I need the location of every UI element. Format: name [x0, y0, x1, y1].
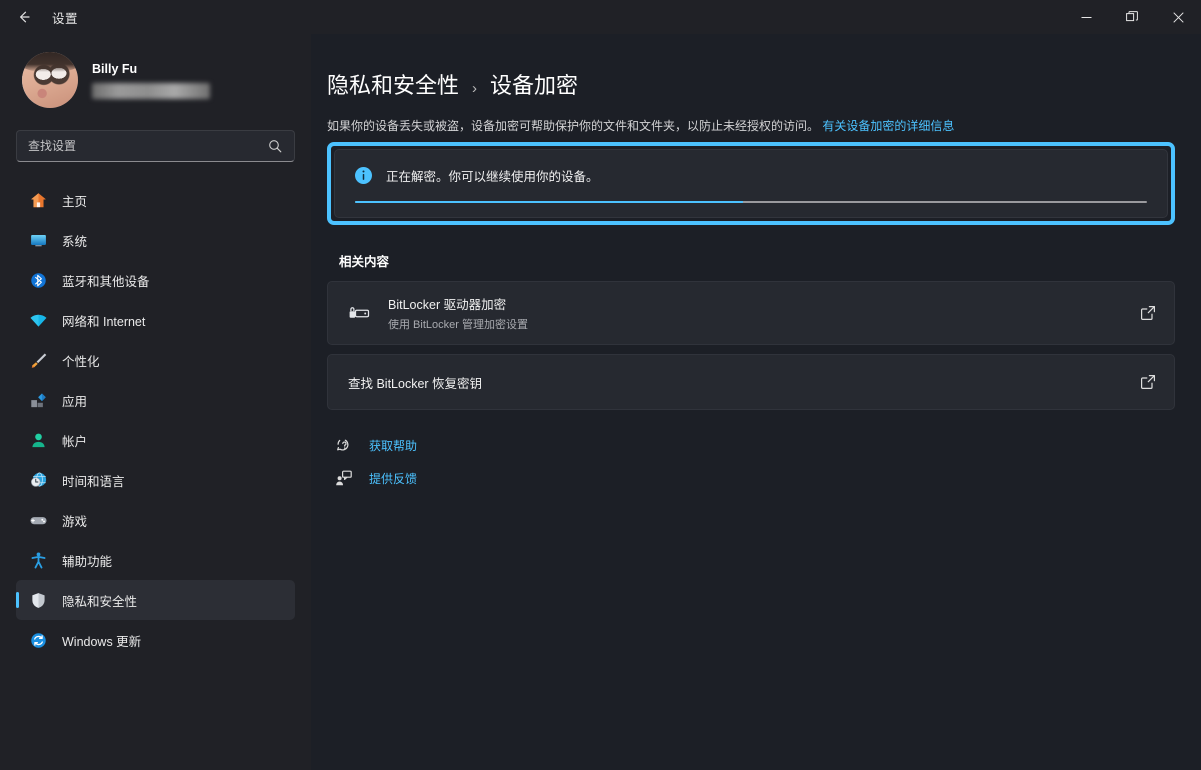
minimize-button[interactable] — [1063, 0, 1109, 34]
page-description-text: 如果你的设备丢失或被盗，设备加密可帮助保护你的文件和文件夹，以防止未经授权的访问… — [327, 119, 820, 133]
maximize-button[interactable] — [1109, 0, 1155, 34]
main-content: 隐私和安全性 › 设备加密 如果你的设备丢失或被盗，设备加密可帮助保护你的文件和… — [311, 34, 1201, 770]
status-message: 正在解密。你可以继续使用你的设备。 — [386, 170, 599, 184]
close-icon — [1172, 11, 1184, 23]
external-link-icon[interactable] — [1128, 374, 1156, 390]
brush-icon — [28, 350, 48, 370]
search-icon — [268, 139, 294, 153]
footer-links: 获取帮助 提供反馈 — [327, 436, 1175, 487]
close-button[interactable] — [1155, 0, 1201, 34]
sidebar-item-apps[interactable]: 应用 — [16, 380, 295, 420]
sidebar-item-windows-update[interactable]: Windows 更新 — [16, 620, 295, 660]
find-bitlocker-recovery-key-card[interactable]: 查找 BitLocker 恢复密钥 — [327, 354, 1175, 410]
bluetooth-icon — [28, 270, 48, 290]
restore-icon — [1126, 11, 1138, 23]
avatar — [22, 52, 78, 108]
account-summary[interactable]: Billy Fu — [16, 34, 295, 124]
sidebar-item-accessibility[interactable]: 辅助功能 — [16, 540, 295, 580]
card-title: BitLocker 驱动器加密 — [388, 298, 507, 312]
breadcrumb: 隐私和安全性 › 设备加密 — [327, 68, 1175, 100]
bitlocker-drive-encryption-card[interactable]: BitLocker 驱动器加密 使用 BitLocker 管理加密设置 — [327, 281, 1175, 345]
sidebar-item-label: 系统 — [62, 234, 88, 249]
sidebar-item-time-language[interactable]: 时间和语言 — [16, 460, 295, 500]
sidebar-item-privacy-security[interactable]: 隐私和安全性 — [16, 580, 295, 620]
gamepad-icon — [28, 510, 48, 530]
sidebar-item-label: 网络和 Internet — [62, 314, 146, 329]
settings-window: 设置 Billy Fu 查找设置 主页 系统 蓝牙和其他设备 网络和 Inter… — [0, 0, 1201, 770]
sidebar-item-label: 时间和语言 — [62, 474, 125, 489]
decryption-progress-fill — [355, 201, 744, 203]
related-section-title: 相关内容 — [339, 255, 390, 269]
sidebar-item-system[interactable]: 系统 — [16, 220, 295, 260]
arrow-left-icon — [16, 9, 32, 25]
sidebar-item-label: 应用 — [62, 394, 88, 409]
page-title: 设备加密 — [490, 73, 579, 98]
sidebar-item-label: Windows 更新 — [62, 634, 142, 649]
page-description: 如果你的设备丢失或被盗，设备加密可帮助保护你的文件和文件夹，以防止未经授权的访问… — [327, 117, 1175, 135]
give-feedback-link[interactable]: 提供反馈 — [335, 469, 417, 487]
back-button[interactable] — [8, 1, 40, 33]
breadcrumb-parent[interactable]: 隐私和安全性 — [327, 68, 459, 100]
minimize-icon — [1081, 12, 1092, 23]
sidebar-item-label: 主页 — [62, 194, 88, 209]
link-label: 提供反馈 — [369, 471, 418, 486]
drive-lock-icon — [348, 304, 370, 322]
sidebar-item-bluetooth[interactable]: 蓝牙和其他设备 — [16, 260, 295, 300]
link-label: 获取帮助 — [369, 438, 418, 453]
account-email-redacted — [92, 82, 210, 99]
sidebar-item-label: 游戏 — [62, 514, 88, 529]
title-bar: 设置 — [0, 0, 1201, 34]
sidebar-item-label: 蓝牙和其他设备 — [62, 274, 150, 289]
window-title: 设置 — [52, 11, 79, 26]
sidebar-item-label: 辅助功能 — [62, 554, 113, 569]
sidebar: Billy Fu 查找设置 主页 系统 蓝牙和其他设备 网络和 Internet… — [0, 34, 311, 770]
card-title: 查找 BitLocker 恢复密钥 — [348, 376, 483, 391]
apps-icon — [28, 390, 48, 410]
update-icon — [28, 630, 48, 650]
decryption-progress-bar — [355, 201, 1147, 203]
learn-more-link[interactable]: 有关设备加密的详细信息 — [822, 119, 954, 133]
sidebar-item-label: 个性化 — [62, 354, 100, 369]
accessibility-icon — [28, 550, 48, 570]
shield-icon — [28, 590, 48, 610]
sidebar-item-label: 帐户 — [62, 434, 88, 449]
sidebar-item-network[interactable]: 网络和 Internet — [16, 300, 295, 340]
external-link-icon[interactable] — [1128, 305, 1156, 321]
feedback-icon — [335, 469, 353, 487]
sidebar-item-accounts[interactable]: 帐户 — [16, 420, 295, 460]
help-icon — [335, 436, 353, 454]
window-body: Billy Fu 查找设置 主页 系统 蓝牙和其他设备 网络和 Internet… — [0, 34, 1201, 770]
home-icon — [28, 190, 48, 210]
sidebar-nav: 主页 系统 蓝牙和其他设备 网络和 Internet 个性化 应用 帐户 时间和… — [16, 180, 295, 770]
search-box[interactable] — [16, 130, 295, 162]
system-icon — [28, 230, 48, 250]
status-banner-focus-ring: 正在解密。你可以继续使用你的设备。 — [327, 142, 1175, 225]
window-controls — [1063, 0, 1201, 34]
account-name: Billy Fu — [92, 61, 138, 76]
clock-globe-icon — [28, 470, 48, 490]
info-icon — [355, 167, 372, 184]
sidebar-item-home[interactable]: 主页 — [16, 180, 295, 220]
card-subtitle: 使用 BitLocker 管理加密设置 — [388, 319, 528, 331]
get-help-link[interactable]: 获取帮助 — [335, 436, 417, 454]
wifi-icon — [28, 310, 48, 330]
account-icon — [28, 430, 48, 450]
search-input[interactable] — [17, 139, 268, 153]
sidebar-item-personalization[interactable]: 个性化 — [16, 340, 295, 380]
breadcrumb-separator: › — [472, 80, 478, 97]
sidebar-item-label: 隐私和安全性 — [62, 594, 138, 609]
sidebar-item-gaming[interactable]: 游戏 — [16, 500, 295, 540]
status-banner: 正在解密。你可以继续使用你的设备。 — [334, 149, 1168, 218]
